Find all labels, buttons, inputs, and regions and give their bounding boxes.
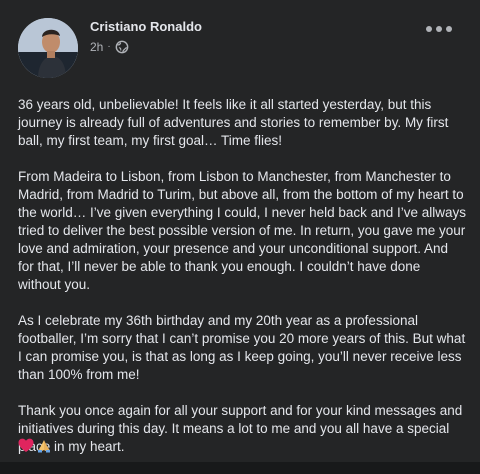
more-options-icon[interactable] [426, 22, 452, 36]
post-card: Cristiano Ronaldo 2h · 36 years old, unb… [0, 0, 480, 462]
post-meta: 2h · [90, 40, 129, 54]
post-timestamp[interactable]: 2h [90, 40, 103, 54]
emoji-row [18, 437, 52, 453]
avatar[interactable] [18, 18, 78, 78]
profile-photo [18, 18, 78, 78]
more-dot [426, 26, 432, 32]
post-paragraph-4: Thank you once again for all your suppor… [18, 403, 463, 454]
globe-icon[interactable] [115, 40, 129, 54]
post-paragraph-2: From Madeira to Lisbon, from Lisbon to M… [18, 169, 466, 292]
more-dot [436, 26, 442, 32]
author-name[interactable]: Cristiano Ronaldo [90, 19, 202, 34]
meta-separator: · [107, 41, 111, 52]
post-text: 36 years old, unbelievable! It feels lik… [18, 96, 466, 474]
post-paragraph-1: 36 years old, unbelievable! It feels lik… [18, 97, 449, 148]
folded-hands-icon [38, 440, 50, 453]
post-header: Cristiano Ronaldo 2h · [18, 18, 466, 78]
more-dot [446, 26, 452, 32]
post-paragraph-3: As I celebrate my 36th birthday and my 2… [18, 313, 466, 382]
red-heart-icon [18, 438, 34, 452]
